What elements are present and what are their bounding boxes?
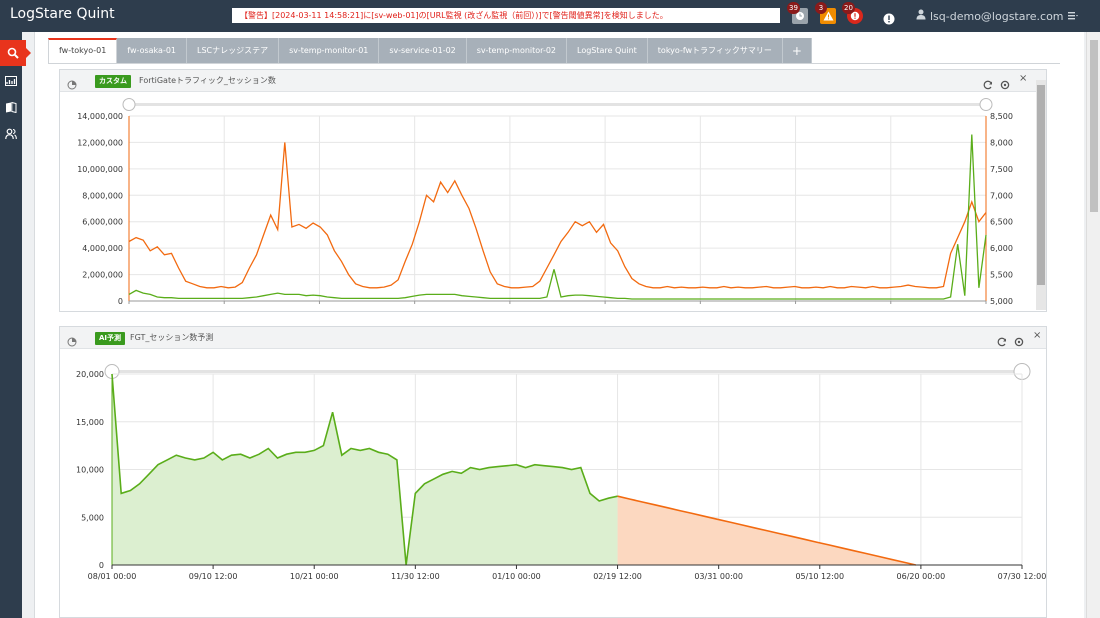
pie-chart-icon[interactable]: [67, 75, 77, 90]
settings-icon[interactable]: [1000, 75, 1010, 90]
x-axis-tick-label: 03/31 00:00: [694, 572, 743, 581]
warning-count-badge: 3: [815, 2, 827, 14]
settings-icon[interactable]: [1014, 332, 1024, 347]
x-axis-tick-label: 09/10 12:00: [189, 572, 238, 581]
tabs-divider: [48, 63, 1060, 64]
x-axis-tick-label: 07/30 12:00: [998, 572, 1047, 581]
y-axis-tick-label: 15,000: [76, 418, 104, 427]
y-axis-tick-label: 20,000: [76, 370, 104, 379]
top-bar: LogStare Quint 【警告】[2024-03-11 14:58:21]…: [0, 0, 1100, 32]
y-axis-tick-label: 2,000,000: [82, 271, 123, 280]
tab-lsc-knowledge[interactable]: LSCナレッジステア: [187, 38, 280, 64]
x-axis-tick-label: 01/10 00:00: [492, 572, 541, 581]
x-axis-tick-label: 08/01 00:00: [88, 572, 137, 581]
alert-banner[interactable]: 【警告】[2024-03-11 14:58:21]に[sv-web-01]の[U…: [232, 8, 780, 23]
y2-axis-tick-label: 7,500: [990, 165, 1013, 174]
tab-fw-tokyo-01[interactable]: fw-tokyo-01: [48, 38, 118, 64]
y2-axis-tick-label: 5,500: [990, 271, 1013, 280]
notification-warning-button[interactable]: 3: [815, 2, 836, 24]
sidebar-item-reports[interactable]: [0, 94, 22, 120]
widget-title: FortiGateトラフィック_セッション数: [139, 76, 276, 85]
app-root: LogStare Quint 【警告】[2024-03-11 14:58:21]…: [0, 0, 1100, 618]
sidebar-item-dashboard[interactable]: [0, 67, 22, 93]
sidebar: [0, 32, 31, 618]
x-axis-tick-label: 06/20 00:00: [897, 572, 946, 581]
widget-type-tag: AI予測: [95, 332, 126, 345]
range-slider-track: [112, 370, 1022, 373]
error-count-badge: 20: [842, 2, 855, 14]
traffic-session-chart: 14,000,000 12,000,000 10,000,000 8,000,000 6…: [77, 98, 1013, 306]
y-axis-tick-label: 4,000,000: [82, 244, 123, 253]
close-icon[interactable]: ×: [1033, 330, 1041, 341]
clock-count-badge: 39: [787, 2, 800, 14]
user-email: lsq-demo@logstare.com: [930, 9, 1064, 23]
search-icon: [7, 44, 19, 63]
y2-axis-tick-label: 5,000: [990, 297, 1013, 306]
widget-scrollbar-thumb[interactable]: [1037, 85, 1045, 285]
info-icon[interactable]: [883, 10, 895, 25]
y2-axis-tick-label: 8,000: [990, 138, 1013, 147]
y-axis-tick-label: 5,000: [81, 513, 104, 522]
refresh-icon[interactable]: [983, 75, 993, 90]
session-forecast-chart: 20,000 15,000 10,000 5,000 0 08/01 00:00 09/10…: [76, 363, 1047, 581]
widget-header: カスタム FortiGateトラフィック_セッション数 ×: [60, 70, 1046, 92]
add-tab-button[interactable]: +: [782, 38, 812, 64]
tab-logstare-quint[interactable]: LogStare Quint: [567, 38, 648, 64]
range-slider-handle-left: [122, 98, 136, 111]
page-scrollbar-thumb[interactable]: [1090, 40, 1098, 212]
widget-title: FGT_セッション数予測: [130, 333, 214, 342]
y-axis-tick-label: 0: [118, 297, 123, 306]
x-axis-tick-label: 05/10 12:00: [795, 572, 844, 581]
widget-scrollbar[interactable]: [1036, 80, 1046, 310]
y2-axis-tick-label: 7,000: [990, 191, 1013, 200]
tab-sv-temp-monitor-02[interactable]: sv-temp-monitor-02: [466, 38, 568, 64]
tab-sv-temp-monitor-01[interactable]: sv-temp-monitor-01: [279, 38, 380, 64]
y-axis-tick-label: 10,000: [76, 466, 104, 475]
y-axis-tick-label: 8,000,000: [82, 191, 123, 200]
dashboard-icon: [5, 71, 17, 90]
widget-type-tag: カスタム: [95, 75, 131, 88]
app-title[interactable]: LogStare Quint: [10, 6, 115, 22]
dashboard-tabs: fw-tokyo-01 fw-osaka-01 LSCナレッジステア sv-te…: [48, 38, 812, 64]
users-icon: [5, 125, 17, 144]
x-axis-tick-label: 10/21 00:00: [290, 572, 339, 581]
widget-panel-forecast: AI予測 FGT_セッション数予測 × 20,000 15,000 10,000 5,…: [59, 326, 1047, 618]
series-area-0: [112, 374, 618, 565]
book-icon: [5, 98, 17, 117]
notification-clock-button[interactable]: 39: [787, 2, 808, 24]
tab-tokyo-fw-traffic-summary[interactable]: tokyo-fwトラフィックサマリー: [647, 38, 783, 64]
y-axis-tick-label: 12,000,000: [77, 138, 123, 147]
tab-sv-service-01-02[interactable]: sv-service-01-02: [379, 38, 467, 64]
x-axis-tick-label: 02/19 12:00: [593, 572, 642, 581]
sidebar-item-search[interactable]: [0, 40, 31, 66]
user-icon: [916, 9, 926, 23]
menu-icon: [1067, 10, 1078, 23]
x-axis-tick-label: 11/30 12:00: [391, 572, 440, 581]
range-slider-handle-right: [979, 98, 993, 111]
y-axis-tick-label: 0: [99, 561, 104, 570]
pie-chart-icon[interactable]: [67, 332, 77, 347]
page-scrollbar[interactable]: [1086, 32, 1100, 618]
user-menu[interactable]: lsq-demo@logstare.com: [916, 9, 1078, 23]
y-axis-tick-label: 6,000,000: [82, 218, 123, 227]
close-icon[interactable]: ×: [1019, 73, 1027, 84]
series-line-0: [128, 142, 987, 289]
widget-panel-traffic: カスタム FortiGateトラフィック_セッション数 × 14,000,000…: [59, 69, 1047, 312]
range-slider-track: [129, 103, 986, 106]
y2-axis-tick-label: 8,500: [990, 112, 1013, 121]
y2-axis-tick-label: 6,000: [990, 244, 1013, 253]
widget-header: AI予測 FGT_セッション数予測 ×: [60, 327, 1046, 349]
tab-fw-osaka-01[interactable]: fw-osaka-01: [117, 38, 188, 64]
notification-error-button[interactable]: 20: [842, 2, 863, 24]
y2-axis-tick-label: 6,500: [990, 218, 1013, 227]
refresh-icon[interactable]: [997, 332, 1007, 347]
y-axis-tick-label: 14,000,000: [77, 112, 123, 121]
y-axis-tick-label: 10,000,000: [77, 165, 123, 174]
sidebar-item-users[interactable]: [0, 121, 22, 147]
